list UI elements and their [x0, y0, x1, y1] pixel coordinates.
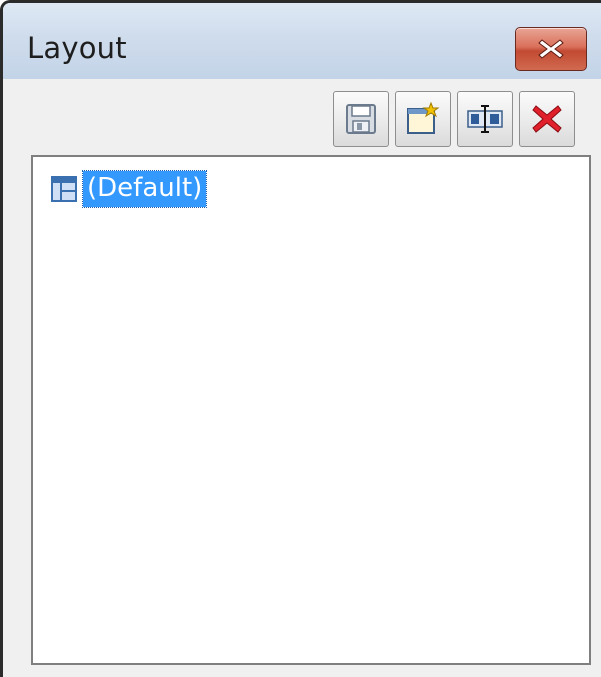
layout-tree[interactable]: (Default) — [31, 155, 591, 665]
new-layout-icon — [407, 101, 440, 134]
layout-grid-icon — [51, 176, 77, 202]
close-button[interactable] — [515, 27, 587, 71]
close-icon — [538, 39, 564, 59]
rename-button[interactable] — [457, 91, 513, 147]
delete-icon — [532, 105, 562, 133]
rename-icon — [467, 105, 503, 133]
new-layout-button[interactable] — [395, 91, 451, 147]
tree-item-default[interactable]: (Default) — [51, 169, 208, 209]
window-title: Layout — [27, 31, 127, 65]
layout-window: Layout (Default) — [0, 0, 601, 677]
tree-item-label: (Default) — [81, 170, 208, 208]
save-icon — [346, 104, 376, 134]
title-bar[interactable]: Layout — [3, 3, 601, 79]
save-button[interactable] — [333, 91, 389, 147]
delete-button[interactable] — [519, 91, 575, 147]
